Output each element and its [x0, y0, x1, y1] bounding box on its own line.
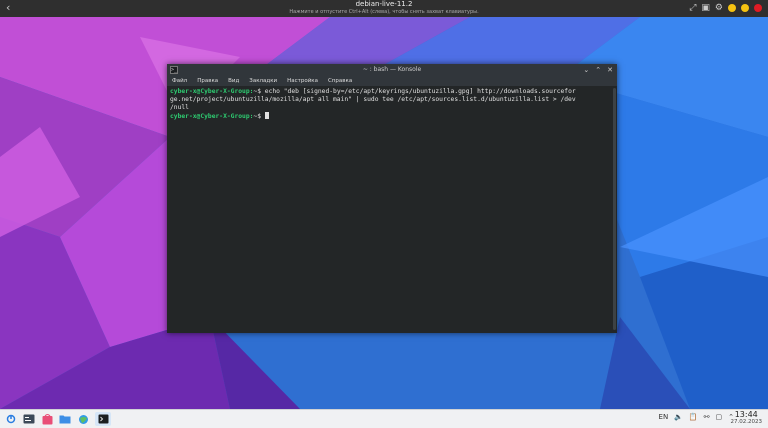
menu-file[interactable]: Файл	[172, 76, 187, 86]
app-store-icon[interactable]	[40, 412, 54, 426]
clipboard-icon[interactable]: 📋	[689, 413, 698, 421]
volume-icon[interactable]: 🔈	[674, 413, 683, 421]
maximize-dot[interactable]	[741, 4, 749, 12]
network-icon[interactable]: ▢	[716, 413, 723, 421]
vm-titlebar: ‹ debian-live-11.2 Нажмите и отпустите C…	[0, 0, 768, 17]
browser-icon[interactable]	[76, 412, 90, 426]
clock-time: 13:44	[734, 410, 758, 419]
close-icon[interactable]: ✕	[607, 65, 613, 75]
konsole-window[interactable]: >_ ~ : bash — Konsole ⌄ ⌃ ✕ Файл Правка …	[167, 64, 617, 333]
clock[interactable]: 13:44 27.02.2023	[731, 410, 763, 426]
scrollbar[interactable]	[613, 88, 616, 330]
menu-settings[interactable]: Настройка	[287, 76, 318, 86]
minimize-icon[interactable]: ⌄	[583, 65, 589, 75]
shell-path: ~$	[253, 88, 261, 95]
minimize-dot[interactable]	[728, 4, 736, 12]
vm-hint: Нажмите и отпустите Ctrl+Alt (слева), чт…	[289, 9, 479, 15]
taskbar: EN 🔈 📋 ⚯ ▢ ⌃ 13:44 27.02.2023	[0, 409, 768, 428]
menu-view[interactable]: Вид	[228, 76, 239, 86]
fullscreen-icon[interactable]: ⤢	[689, 3, 696, 13]
terminal-line: ge.net/project/ubuntuzilla/mozilla/apt a…	[170, 96, 576, 103]
clock-date: 27.02.2023	[730, 419, 763, 425]
konsole-icon[interactable]	[95, 412, 111, 426]
system-settings-icon[interactable]	[22, 412, 36, 426]
terminal-line: cyber-x@Cyber-X-Group:~$	[170, 112, 608, 121]
window-title: ~ : bash — Konsole	[362, 66, 422, 73]
menubar: Файл Правка Вид Закладки Настройка Справ…	[167, 76, 617, 86]
menu-bookmarks[interactable]: Закладки	[249, 76, 277, 86]
terminal-output[interactable]: cyber-x@Cyber-X-Group:~$ echo "deb [sign…	[167, 86, 611, 333]
window-titlebar[interactable]: >_ ~ : bash — Konsole ⌄ ⌃ ✕	[167, 64, 617, 76]
screenshot-icon[interactable]: ▣	[701, 3, 710, 13]
maximize-icon[interactable]: ⌃	[595, 65, 601, 75]
usb-icon[interactable]: ⚯	[704, 413, 710, 421]
text-cursor	[264, 112, 269, 119]
app-launcher-icon[interactable]	[4, 412, 18, 426]
keyboard-layout[interactable]: EN	[659, 413, 669, 421]
terminal-line: cyber-x@Cyber-X-Group:~$ echo "deb [sign…	[170, 88, 608, 96]
shell-prompt: cyber-x@Cyber-X-Group:	[170, 88, 254, 95]
menu-edit[interactable]: Правка	[197, 76, 218, 86]
shell-prompt: cyber-x@Cyber-X-Group:	[170, 113, 254, 120]
shell-path: ~$	[253, 113, 261, 120]
terminal-line: /null	[170, 104, 189, 111]
settings-icon[interactable]: ⚙	[715, 3, 723, 13]
menu-help[interactable]: Справка	[328, 76, 352, 86]
shell-command: echo "deb [signed-by=/etc/apt/keyrings/u…	[261, 88, 576, 95]
close-dot[interactable]	[754, 4, 762, 12]
file-manager-icon[interactable]	[58, 412, 72, 426]
